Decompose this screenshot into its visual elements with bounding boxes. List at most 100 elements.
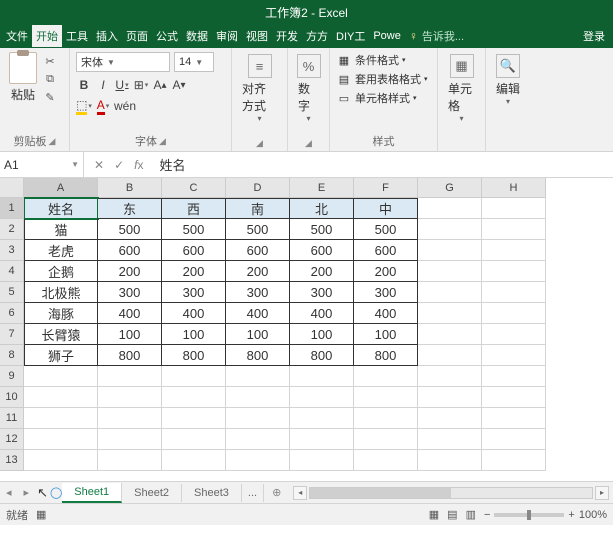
cell[interactable]: 300 <box>98 282 162 303</box>
cell[interactable]: 300 <box>290 282 354 303</box>
cell[interactable] <box>290 408 354 429</box>
cell[interactable] <box>482 282 546 303</box>
phonetic-button[interactable]: wén <box>114 97 136 115</box>
cell[interactable] <box>418 429 482 450</box>
cell[interactable] <box>482 387 546 408</box>
menu-insert[interactable]: 插入 <box>92 25 122 47</box>
cell[interactable] <box>354 429 418 450</box>
menu-formula[interactable]: 公式 <box>152 25 182 47</box>
shrink-font-icon[interactable]: A▾ <box>171 76 187 94</box>
cell[interactable] <box>482 450 546 471</box>
row-header[interactable]: 4 <box>0 261 24 282</box>
dialog-launcher-icon[interactable]: ◢ <box>256 138 263 149</box>
cell[interactable] <box>24 387 98 408</box>
cell[interactable] <box>418 450 482 471</box>
cell[interactable] <box>418 261 482 282</box>
cell[interactable] <box>418 408 482 429</box>
cell[interactable] <box>354 366 418 387</box>
cell[interactable] <box>482 366 546 387</box>
cell[interactable] <box>482 303 546 324</box>
table-format-button[interactable]: ▤套用表格格式▾ <box>336 71 431 87</box>
cell[interactable] <box>418 198 482 219</box>
row-header[interactable]: 13 <box>0 450 24 471</box>
border-button[interactable]: ⊞▾ <box>133 76 149 94</box>
cell[interactable] <box>418 324 482 345</box>
cell[interactable]: 800 <box>290 345 354 366</box>
col-header[interactable]: F <box>354 178 418 198</box>
scroll-right-icon[interactable]: ▸ <box>595 486 609 500</box>
sheet-nav-prev[interactable]: ◂ <box>0 486 18 499</box>
cell[interactable] <box>482 261 546 282</box>
col-header[interactable]: A <box>24 178 98 198</box>
cell[interactable]: 800 <box>98 345 162 366</box>
dialog-launcher-icon[interactable]: ◢ <box>305 138 312 149</box>
menu-review[interactable]: 审阅 <box>212 25 242 47</box>
italic-button[interactable]: I <box>95 76 111 94</box>
cell[interactable] <box>290 429 354 450</box>
cell[interactable]: 200 <box>354 261 418 282</box>
copy-icon[interactable]: ⧉ <box>42 72 58 86</box>
cell[interactable]: 狮子 <box>24 345 98 366</box>
menu-dev[interactable]: 开发 <box>272 25 302 47</box>
cell[interactable] <box>24 450 98 471</box>
cell[interactable] <box>162 366 226 387</box>
alignment-button[interactable]: ≡ 对齐方式 ▾ <box>238 52 281 125</box>
formula-input[interactable]: 姓名 <box>153 155 613 174</box>
row-header[interactable]: 6 <box>0 303 24 324</box>
cells-button[interactable]: ▦ 单元格 ▾ <box>444 52 479 125</box>
cell[interactable]: 西 <box>162 198 226 219</box>
cancel-formula-icon[interactable]: ✕ <box>94 158 104 172</box>
cell[interactable] <box>98 450 162 471</box>
fill-color-button[interactable]: ⬚▾ <box>76 97 92 115</box>
cell[interactable] <box>290 387 354 408</box>
col-header[interactable]: E <box>290 178 354 198</box>
row-header[interactable]: 9 <box>0 366 24 387</box>
cell[interactable] <box>162 450 226 471</box>
cell-styles-button[interactable]: ▭单元格样式▾ <box>336 90 431 106</box>
menu-diy[interactable]: DIY工 <box>332 25 369 47</box>
cell[interactable]: 中 <box>354 198 418 219</box>
row-header[interactable]: 2 <box>0 219 24 240</box>
cell[interactable] <box>482 198 546 219</box>
row-header[interactable]: 10 <box>0 387 24 408</box>
cell[interactable] <box>418 366 482 387</box>
cell[interactable]: 300 <box>226 282 290 303</box>
cell[interactable] <box>290 450 354 471</box>
scroll-left-icon[interactable]: ◂ <box>293 486 307 500</box>
tell-me[interactable]: 告诉我... <box>422 28 464 44</box>
row-header[interactable]: 12 <box>0 429 24 450</box>
cell[interactable]: 800 <box>162 345 226 366</box>
cell[interactable]: 600 <box>290 240 354 261</box>
cell[interactable]: 100 <box>162 324 226 345</box>
menu-file[interactable]: 文件 <box>2 25 32 47</box>
cell[interactable] <box>354 387 418 408</box>
name-box[interactable]: A1▼ <box>0 152 84 177</box>
cell[interactable] <box>482 240 546 261</box>
cell[interactable]: 老虎 <box>24 240 98 261</box>
cell[interactable]: 200 <box>162 261 226 282</box>
cell[interactable]: 100 <box>354 324 418 345</box>
view-layout-icon[interactable]: ▤ <box>447 508 457 521</box>
cell[interactable] <box>24 366 98 387</box>
cell[interactable]: 海豚 <box>24 303 98 324</box>
cell[interactable]: 500 <box>162 219 226 240</box>
menu-layout[interactable]: 页面 <box>122 25 152 47</box>
conditional-format-button[interactable]: ▦条件格式▾ <box>336 52 431 68</box>
cell[interactable] <box>482 408 546 429</box>
view-pagebreak-icon[interactable]: ▥ <box>466 508 476 521</box>
menu-fangfang[interactable]: 方方 <box>302 25 332 47</box>
sheet-nav-next[interactable]: ▸ <box>18 486 36 499</box>
font-size-combo[interactable]: 14▼ <box>174 52 214 72</box>
cell[interactable] <box>418 282 482 303</box>
cell[interactable]: 南 <box>226 198 290 219</box>
cell[interactable] <box>226 366 290 387</box>
font-color-button[interactable]: A▾ <box>95 97 111 115</box>
menu-data[interactable]: 数据 <box>182 25 212 47</box>
cell[interactable]: 500 <box>98 219 162 240</box>
sheet-tab-2[interactable]: Sheet2 <box>122 484 182 502</box>
cell[interactable]: 600 <box>98 240 162 261</box>
cell[interactable] <box>226 450 290 471</box>
cell[interactable] <box>354 450 418 471</box>
menu-home[interactable]: 开始 <box>32 25 62 47</box>
cell[interactable]: 400 <box>162 303 226 324</box>
